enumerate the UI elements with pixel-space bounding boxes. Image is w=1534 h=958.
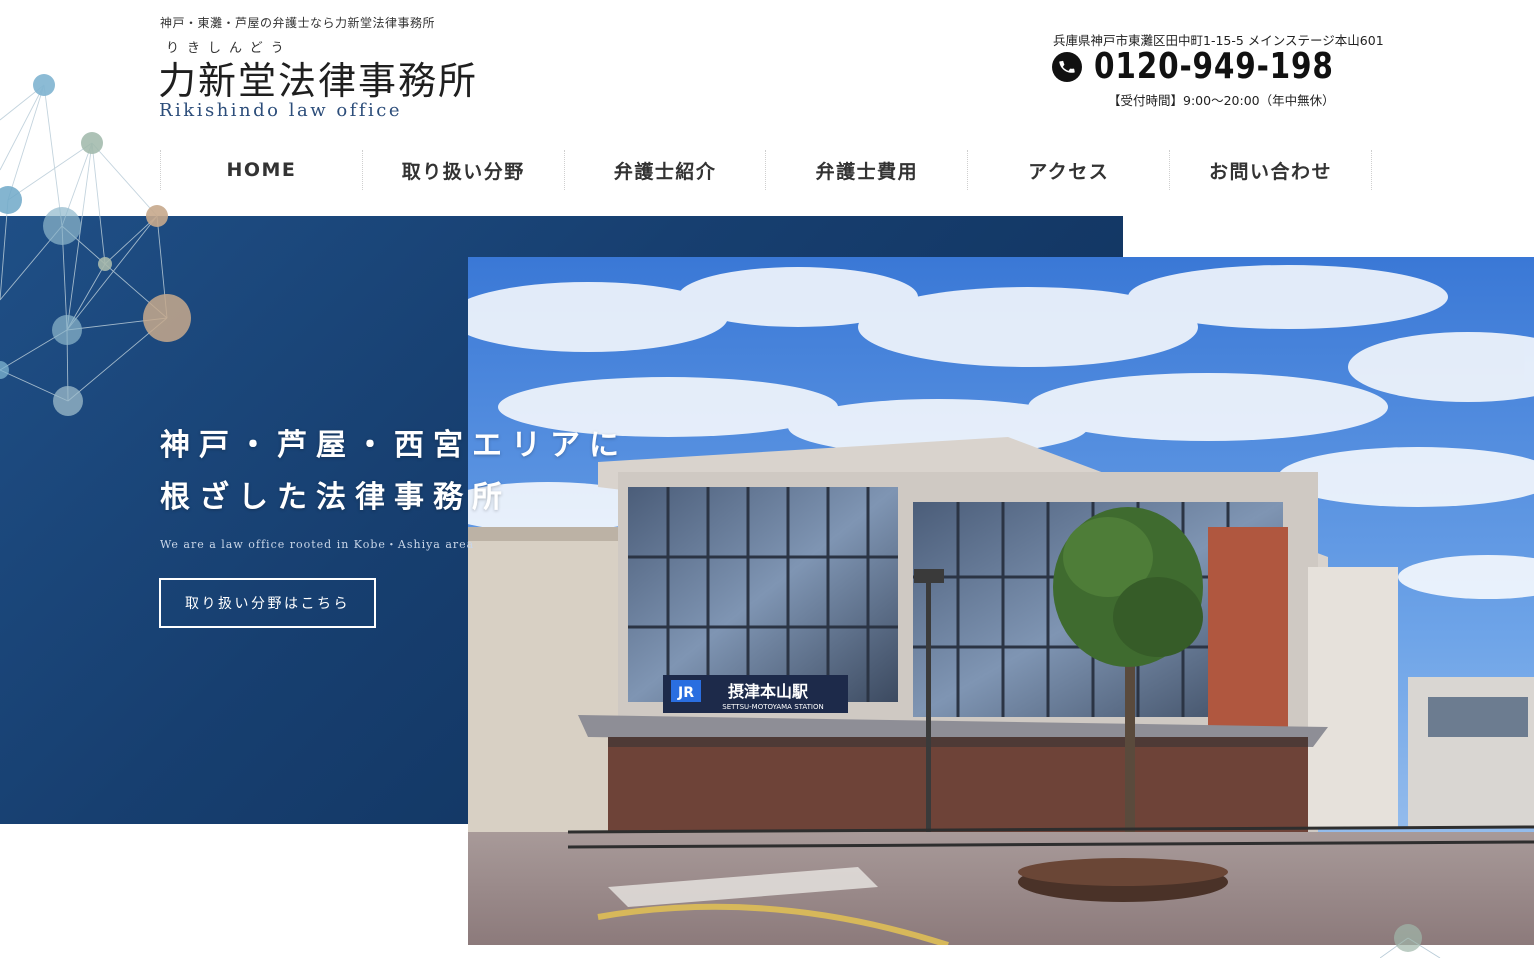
site-tagline: 神戸・東灘・芦屋の弁護士なら力新堂法律事務所: [160, 16, 436, 30]
nav-item-access[interactable]: アクセス: [968, 150, 1171, 190]
hero-heading-line-1: 神戸・芦屋・西宮エリアに: [160, 428, 628, 463]
hero-subtitle: We are a law office rooted in Kobe・Ashiy…: [160, 538, 475, 551]
phone-icon: [1052, 51, 1082, 82]
phone-contact[interactable]: 0120-949-198: [1052, 46, 1386, 87]
jr-logo: JR: [677, 685, 694, 701]
molecule-corner-decoration: [1380, 924, 1441, 958]
hero-heading-line-2: 根ざした法律事務所: [160, 480, 511, 515]
nav-item-lawyers[interactable]: 弁護士紹介: [565, 150, 767, 190]
molecule-decoration: [0, 74, 191, 416]
nav-item-contact[interactable]: お問い合わせ: [1170, 150, 1372, 190]
nav-item-practice-areas[interactable]: 取り扱い分野: [363, 150, 565, 190]
station-sign: 摂津本山駅: [728, 682, 809, 701]
main-nav: HOME 取り扱い分野 弁護士紹介 弁護士費用 アクセス お問い合わせ: [160, 150, 1372, 190]
business-hours: 【受付時間】9:00〜20:00（年中無休）: [1108, 93, 1335, 108]
hero-copy: 神戸・芦屋・西宮エリアに 根ざした法律事務所 We are a law offi…: [160, 420, 628, 552]
hero-station-photo: JR 摂津本山駅 SETTSU-MOTOYAMA STATION: [468, 257, 1534, 945]
station-sign-english: SETTSU-MOTOYAMA STATION: [722, 703, 823, 711]
phone-number[interactable]: 0120-949-198: [1094, 46, 1334, 87]
nav-item-fees[interactable]: 弁護士費用: [766, 150, 969, 190]
practice-areas-button[interactable]: 取り扱い分野はこちら: [159, 578, 376, 628]
site-logo[interactable]: 力新堂法律事務所: [158, 50, 478, 105]
